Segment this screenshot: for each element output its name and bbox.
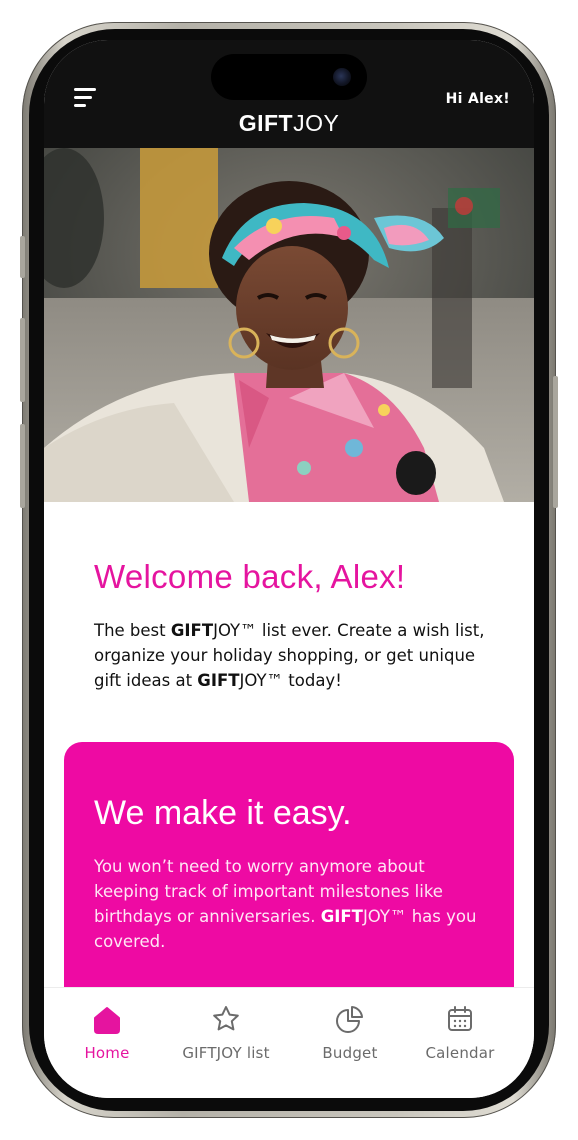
power-button (553, 376, 558, 508)
nav-calendar[interactable]: Calendar (414, 988, 506, 1098)
welcome-intro: The best GIFTJOY™ list ever. Create a wi… (94, 618, 494, 693)
nav-label: Calendar (425, 1044, 495, 1062)
app-header: GIFTJOY Hi Alex! (44, 40, 534, 148)
pie-chart-icon (335, 1004, 365, 1038)
camera-icon (333, 68, 351, 86)
nav-budget[interactable]: Budget (308, 988, 392, 1098)
intro-text: The best (94, 621, 171, 640)
nav-giftjoy-list[interactable]: GIFTJOY list (172, 988, 280, 1098)
brand-bold: GIFT (197, 671, 240, 690)
brand-rest: JOY™ (213, 621, 257, 640)
welcome-title: Welcome back, Alex! (94, 558, 406, 595)
dynamic-island (211, 54, 367, 100)
menu-line-icon (74, 88, 96, 91)
star-icon (211, 1004, 241, 1038)
user-greeting[interactable]: Hi Alex! (446, 91, 510, 107)
nav-label: Budget (322, 1044, 378, 1062)
intro-text: today! (283, 671, 342, 690)
app-logo[interactable]: GIFTJOY (44, 110, 534, 137)
home-icon (91, 1004, 123, 1040)
promo-title: We make it easy. (94, 794, 352, 832)
nav-label: Home (84, 1044, 130, 1062)
menu-line-icon (74, 96, 92, 99)
brand-rest: JOY™ (239, 671, 284, 690)
logo-light: JOY (293, 110, 340, 136)
promo-body: You won’t need to worry anymore about ke… (94, 854, 494, 954)
menu-line-icon (74, 104, 86, 107)
calendar-icon (445, 1004, 475, 1038)
brand-rest: JOY™ (362, 907, 407, 926)
bottom-nav: Home GIFTJOY list Budget Calendar (44, 987, 534, 1098)
volume-up-button (20, 318, 25, 402)
logo-bold: GIFT (238, 110, 294, 136)
menu-button[interactable] (74, 86, 100, 110)
volume-down-button (20, 424, 25, 508)
nav-label: GIFTJOY list (182, 1044, 270, 1062)
hero-image (44, 148, 534, 502)
brand-bold: GIFT (320, 907, 363, 926)
nav-home[interactable]: Home (67, 988, 147, 1098)
brand-bold: GIFT (170, 621, 214, 640)
app-screen: GIFTJOY Hi Alex! Welcome back, Alex! The… (44, 40, 534, 1098)
action-button (20, 236, 25, 278)
hero-photo-illustration (44, 148, 534, 502)
